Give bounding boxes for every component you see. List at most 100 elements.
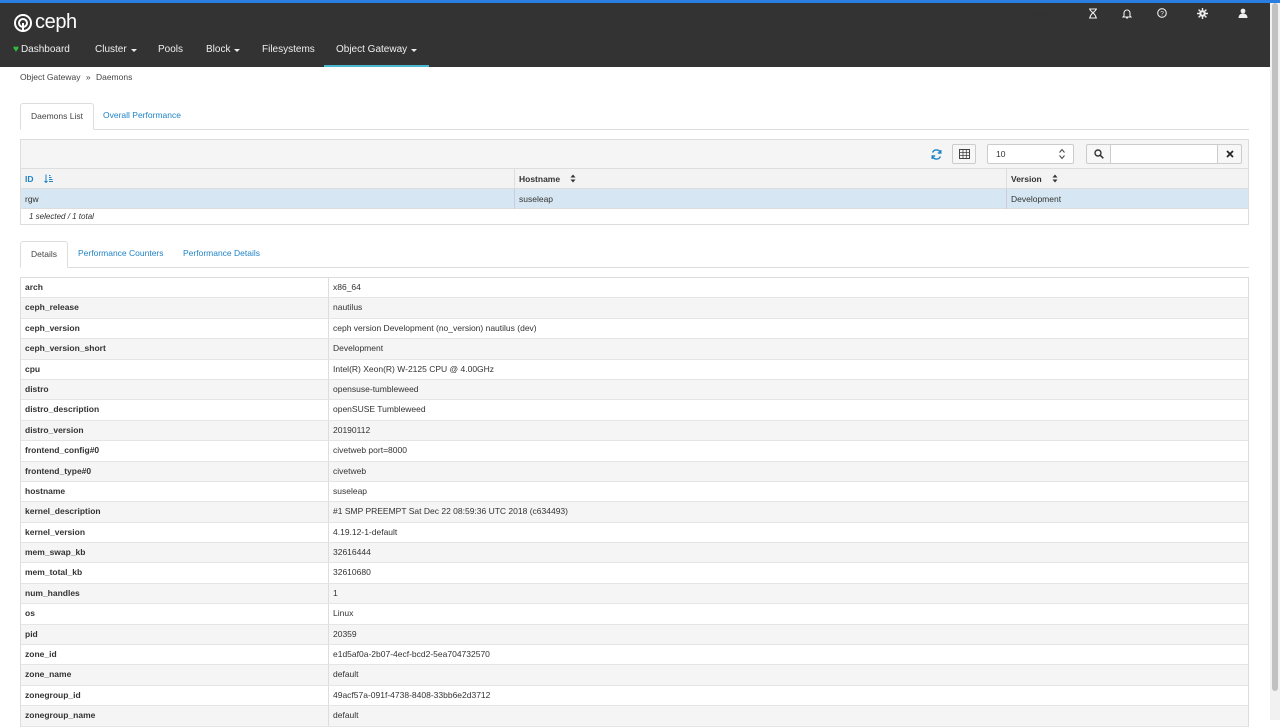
refresh-button[interactable] (926, 144, 946, 164)
sort-icon (1052, 174, 1058, 183)
chevron-down-icon (130, 49, 137, 52)
details-key: mem_swap_kb (21, 543, 329, 563)
gear-icon (1197, 8, 1208, 19)
breadcrumb: Object Gateway » Daemons (20, 72, 132, 82)
page-size-stepper[interactable]: 10 (987, 144, 1074, 164)
details-key: ceph_version_short (21, 339, 329, 359)
tab-overall-performance[interactable]: Overall Performance (93, 103, 191, 127)
details-key: distro_version (21, 420, 329, 441)
help-dropdown[interactable]: ? (1157, 8, 1177, 18)
search-icon (1093, 149, 1104, 159)
details-key: distro_description (21, 400, 329, 420)
clear-search-button[interactable] (1217, 144, 1242, 164)
stepper-arrows-icon[interactable] (1059, 148, 1065, 160)
details-row: kernel_description #1 SMP PREEMPT Sat Dec… (21, 502, 1248, 523)
details-value: suseleap (333, 485, 368, 496)
user-dropdown[interactable] (1238, 8, 1258, 18)
logo-text: ceph (35, 11, 77, 33)
column-toggle-button[interactable] (952, 144, 976, 164)
close-icon (1225, 150, 1234, 158)
sort-icon (570, 174, 576, 183)
details-row: zone_id e1d5af0a-2b07-4ecf-bcd2-5ea704732… (21, 645, 1248, 666)
column-header-id[interactable]: ID (21, 169, 514, 189)
details-key: kernel_description (21, 502, 329, 522)
details-row: pid 20359 (21, 624, 1248, 646)
details-value: Intel(R) Xeon(R) W-2125 CPU @ 4.00GHz (333, 363, 495, 374)
details-key: zone_id (21, 645, 329, 665)
nav-filesystems[interactable]: Filesystems (262, 39, 315, 67)
details-row: mem_swap_kb 32616444 (21, 543, 1248, 564)
details-value: 32610680 (333, 567, 371, 578)
user-icon (1238, 8, 1248, 18)
daemons-table: 10 ID Hostname Version rgw suseleap Deve… (20, 139, 1249, 225)
breadcrumb-parent[interactable]: Object Gateway (20, 72, 80, 82)
table-row[interactable]: rgw suseleap Development (21, 189, 1248, 209)
details-value: 20359 (333, 628, 357, 639)
details-key: pid (21, 624, 329, 645)
details-row: distro_version 20190112 (21, 420, 1248, 442)
details-value: civetweb port=8000 (333, 445, 407, 456)
details-value: 4.19.12-1-default (333, 526, 398, 537)
nav-block[interactable]: Block (206, 39, 241, 67)
search-input[interactable] (1110, 144, 1218, 164)
tab-details[interactable]: Details (20, 241, 68, 268)
details-value: ceph version Development (no_version) na… (333, 322, 537, 333)
nav-cluster[interactable]: Cluster (95, 39, 137, 67)
breadcrumb-separator: » (85, 72, 91, 82)
details-key: ceph_version (21, 318, 329, 339)
heart-icon: ♥ (13, 44, 19, 55)
details-table: arch x86_64 ceph_release nautilus ceph_versi… (20, 277, 1249, 727)
cell-id: rgw (25, 194, 39, 204)
chevron-down-icon (1057, 11, 1064, 15)
tab-daemons-list[interactable]: Daemons List (20, 103, 94, 130)
tab-performance-details[interactable]: Performance Details (173, 241, 270, 265)
details-row: os Linux (21, 604, 1248, 625)
details-value: opensuse-tumbleweed (333, 383, 419, 394)
details-row: hostname suseleap (21, 481, 1248, 503)
details-row: zonegroup_name default (21, 706, 1248, 727)
table-header: ID Hostname Version (21, 169, 1248, 189)
details-key: num_handles (21, 583, 329, 604)
details-row: frontend_type#0 civetweb (21, 461, 1248, 482)
details-value: openSUSE Tumbleweed (333, 404, 426, 415)
nav-object-gateway-label: Object Gateway (336, 44, 408, 55)
details-row: frontend_config#0 civetweb port=8000 (21, 441, 1248, 462)
main-menu: ♥ Dashboard Cluster Pools Block Filesyste… (0, 39, 1280, 67)
details-row: zonegroup_id 49acf57a-091f-4738-8408-33bb… (21, 685, 1248, 707)
details-key: arch (21, 278, 329, 298)
details-value: Linux (333, 608, 354, 619)
nav-object-gateway[interactable]: Object Gateway (324, 39, 430, 67)
nav-dashboard-label: Dashboard (20, 44, 70, 55)
details-row: distro opensuse-tumbleweed (21, 379, 1248, 401)
nav-cluster-label: Cluster (95, 44, 127, 55)
column-header-version[interactable]: Version (1006, 169, 1248, 189)
ceph-logo[interactable]: ceph (13, 11, 77, 34)
details-key: frontend_config#0 (21, 441, 329, 461)
details-key: mem_total_kb (21, 563, 329, 583)
page-scrollbar[interactable] (1270, 3, 1280, 720)
nav-pools-label: Pools (158, 44, 184, 55)
details-value: default (333, 710, 359, 721)
details-value: 20190112 (333, 424, 371, 435)
details-row: distro_description openSUSE Tumbleweed (21, 400, 1248, 421)
language-label: English (1024, 8, 1054, 18)
nav-dashboard[interactable]: ♥ Dashboard (13, 39, 70, 67)
details-value: civetweb (333, 465, 367, 476)
details-row: ceph_version_short Development (21, 339, 1248, 360)
chevron-down-icon (1252, 11, 1258, 15)
tab-performance-counters[interactable]: Performance Counters (68, 241, 174, 265)
language-dropdown[interactable]: English (1024, 8, 1064, 18)
details-row: cpu Intel(R) Xeon(R) W-2125 CPU @ 4.00GHz (21, 359, 1248, 380)
detail-tabs: Details Performance Counters Performance… (20, 241, 1249, 268)
tasks-button[interactable] (1088, 8, 1098, 19)
nav-pools[interactable]: Pools (158, 39, 183, 67)
search-button[interactable] (1086, 144, 1111, 164)
scrollbar-thumb[interactable] (1272, 3, 1278, 691)
settings-dropdown[interactable] (1197, 8, 1218, 19)
top-tabs: Daemons List Overall Performance (20, 103, 1249, 130)
column-header-hostname[interactable]: Hostname (514, 169, 1006, 189)
notifications-button[interactable] (1122, 8, 1132, 19)
details-value: nautilus (333, 302, 363, 313)
details-value: 49acf57a-091f-4738-8408-33bb6e2d3712 (333, 689, 491, 700)
refresh-icon (931, 148, 941, 160)
